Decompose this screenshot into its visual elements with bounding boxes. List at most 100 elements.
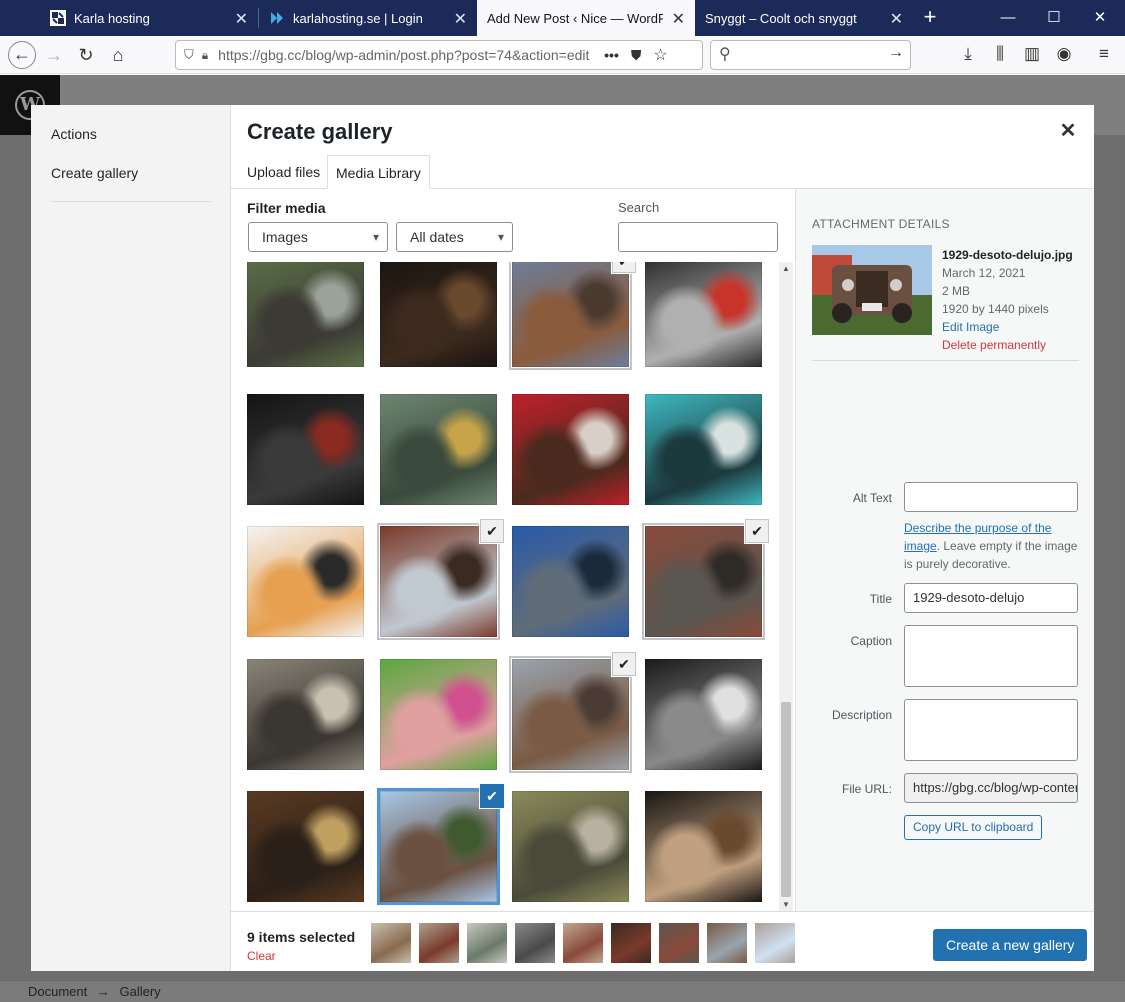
attachment-thumbnail[interactable] <box>645 394 762 505</box>
browser-tab-add-new-post[interactable]: Add New Post ‹ Nice — WordPress ✕ <box>477 0 695 36</box>
checkmark-icon[interactable]: ✔ <box>480 519 504 543</box>
search-go-arrow-icon[interactable]: → <box>888 44 904 62</box>
selection-thumbnail[interactable] <box>467 923 507 963</box>
checkmark-icon[interactable]: ✔ <box>745 519 769 543</box>
date-filter-select[interactable]: All dates ▾ <box>396 222 513 252</box>
page-actions-icon[interactable]: ••• <box>604 47 619 63</box>
selection-thumbnail[interactable] <box>371 923 411 963</box>
tab-title: Add New Post ‹ Nice — WordPress <box>487 10 663 26</box>
browser-tab-karla[interactable]: Karla hosting ✕ <box>40 0 258 36</box>
shield-icon[interactable]: ⛉ <box>184 47 194 63</box>
hamburger-menu-icon[interactable]: ≡ <box>1093 44 1115 66</box>
attachment-thumbnail[interactable] <box>380 262 497 367</box>
breadcrumb-arrow: → <box>96 984 110 999</box>
menu-create-gallery[interactable]: Create gallery <box>51 165 138 181</box>
selection-thumbnail[interactable] <box>659 923 699 963</box>
attachment-thumbnail[interactable] <box>512 394 629 505</box>
attachment-thumbnail[interactable] <box>247 791 364 902</box>
pocket-icon[interactable]: ⛊ <box>631 47 642 64</box>
alt-text-input[interactable] <box>904 482 1078 512</box>
selection-thumbnail[interactable] <box>563 923 603 963</box>
file-url-input[interactable]: https://gbg.cc/blog/wp-content/uploads/2… <box>904 773 1078 803</box>
scroll-up-arrow-icon[interactable]: ▲ <box>779 262 793 276</box>
modal-close-icon[interactable]: ✕ <box>1056 119 1080 143</box>
breadcrumb-gallery[interactable]: Gallery <box>120 984 161 999</box>
breadcrumb-document[interactable]: Document <box>28 984 87 999</box>
attachment-thumbnail[interactable] <box>247 526 364 637</box>
sidebar-toggle-icon[interactable]: ▥ <box>1021 44 1043 66</box>
window-close-icon[interactable]: ✕ <box>1077 0 1123 36</box>
caption-textarea[interactable] <box>904 625 1078 687</box>
checkmark-icon[interactable]: ✔ <box>612 652 636 676</box>
grid-scrollbar[interactable]: ▲ ▼ <box>779 262 793 912</box>
browser-tab-bar: Karla hosting ✕ karlahosting.se | Login … <box>0 0 1125 36</box>
maximize-icon[interactable]: ☐ <box>1031 0 1077 36</box>
scroll-down-arrow-icon[interactable]: ▼ <box>779 898 793 912</box>
details-divider <box>812 360 1079 361</box>
url-bar[interactable]: ⛉ 🔒︎ https://gbg.cc/blog/wp-admin/post.p… <box>175 40 703 70</box>
media-toolbar: 9 items selected Clear Create a new gall… <box>231 911 1094 971</box>
attachment-thumbnail[interactable] <box>645 659 762 770</box>
attachment-thumbnail[interactable]: ✔ <box>377 784 504 905</box>
edit-image-link[interactable]: Edit Image <box>942 320 999 334</box>
description-textarea[interactable] <box>904 699 1078 761</box>
tab-upload-files[interactable]: Upload files <box>239 155 328 189</box>
tab-close-icon[interactable]: ✕ <box>454 9 467 29</box>
delete-permanently-link[interactable]: Delete permanently <box>942 338 1046 352</box>
attachment-thumbnail[interactable] <box>247 659 364 770</box>
attachment-thumbnail[interactable]: ✔ <box>642 519 769 640</box>
selection-thumbnail[interactable] <box>755 923 795 963</box>
tab-media-library[interactable]: Media Library <box>327 155 430 189</box>
attachment-filename: 1929-desoto-delujo.jpg <box>942 248 1073 262</box>
menu-actions-heading: Actions <box>51 126 97 142</box>
attachment-thumbnail[interactable]: ✔ <box>377 519 504 640</box>
forward-arrow-icon[interactable]: → <box>40 41 68 69</box>
downloads-icon[interactable]: ⤓ <box>957 44 979 66</box>
clear-selection-link[interactable]: Clear <box>247 949 276 963</box>
attachment-thumbnail[interactable] <box>247 262 364 367</box>
scrollbar-thumb[interactable] <box>781 702 791 897</box>
attachment-thumbnail[interactable]: ✔ <box>509 652 636 773</box>
account-icon[interactable]: ◉ <box>1053 44 1075 66</box>
reload-icon[interactable]: ↻ <box>72 41 100 69</box>
home-icon[interactable]: ⌂ <box>104 41 132 69</box>
menu-divider <box>51 201 211 202</box>
browser-tab-snyggt[interactable]: Snyggt – Coolt och snyggt ✕ <box>695 0 913 36</box>
library-icon[interactable]: ⫼ <box>989 44 1011 66</box>
create-new-gallery-button[interactable]: Create a new gallery <box>933 929 1088 961</box>
attachment-thumbnail[interactable] <box>380 659 497 770</box>
attachment-thumbnail[interactable] <box>645 262 762 367</box>
lock-icon[interactable]: 🔒︎ <box>202 48 208 63</box>
url-text[interactable]: https://gbg.cc/blog/wp-admin/post.php?po… <box>218 47 598 63</box>
karla-favicon-icon <box>50 10 66 26</box>
attachment-thumbnail[interactable] <box>380 394 497 505</box>
tab-close-icon[interactable]: ✕ <box>890 9 903 29</box>
attachment-thumbnail[interactable]: ✔ <box>509 262 636 370</box>
attachment-thumbnail[interactable] <box>247 394 364 505</box>
tab-close-icon[interactable]: ✕ <box>235 9 248 29</box>
selection-thumbnail[interactable] <box>419 923 459 963</box>
attachment-thumbnail[interactable] <box>512 791 629 902</box>
description-label: Description <box>831 708 892 722</box>
title-input[interactable]: 1929-desoto-delujo <box>904 583 1078 613</box>
tab-close-icon[interactable]: ✕ <box>672 9 685 29</box>
new-tab-plus-icon[interactable]: + <box>918 4 942 32</box>
minimize-icon[interactable]: — <box>985 0 1031 36</box>
search-bar[interactable]: ⚲ → <box>710 40 911 70</box>
filter-media-label: Filter media <box>247 200 326 216</box>
browser-tab-login[interactable]: karlahosting.se | Login ✕ <box>259 0 477 36</box>
attachment-thumbnail[interactable] <box>645 791 762 902</box>
copy-url-button[interactable]: Copy URL to clipboard <box>904 815 1043 840</box>
bookmark-star-icon[interactable]: ☆ <box>653 45 667 65</box>
selection-thumbnail[interactable] <box>611 923 651 963</box>
media-search-input[interactable] <box>618 222 778 252</box>
back-arrow-icon[interactable]: ← <box>8 41 36 69</box>
selection-thumbnail[interactable] <box>515 923 555 963</box>
checkmark-icon[interactable]: ✔ <box>612 262 636 273</box>
attachment-thumbnail[interactable] <box>512 526 629 637</box>
selection-count: 9 items selected <box>247 929 356 945</box>
selection-thumbnail[interactable] <box>707 923 747 963</box>
tab-title: karlahosting.se | Login <box>293 10 423 26</box>
checkmark-icon[interactable]: ✔ <box>480 784 504 808</box>
media-type-select[interactable]: Images ▾ <box>248 222 388 252</box>
